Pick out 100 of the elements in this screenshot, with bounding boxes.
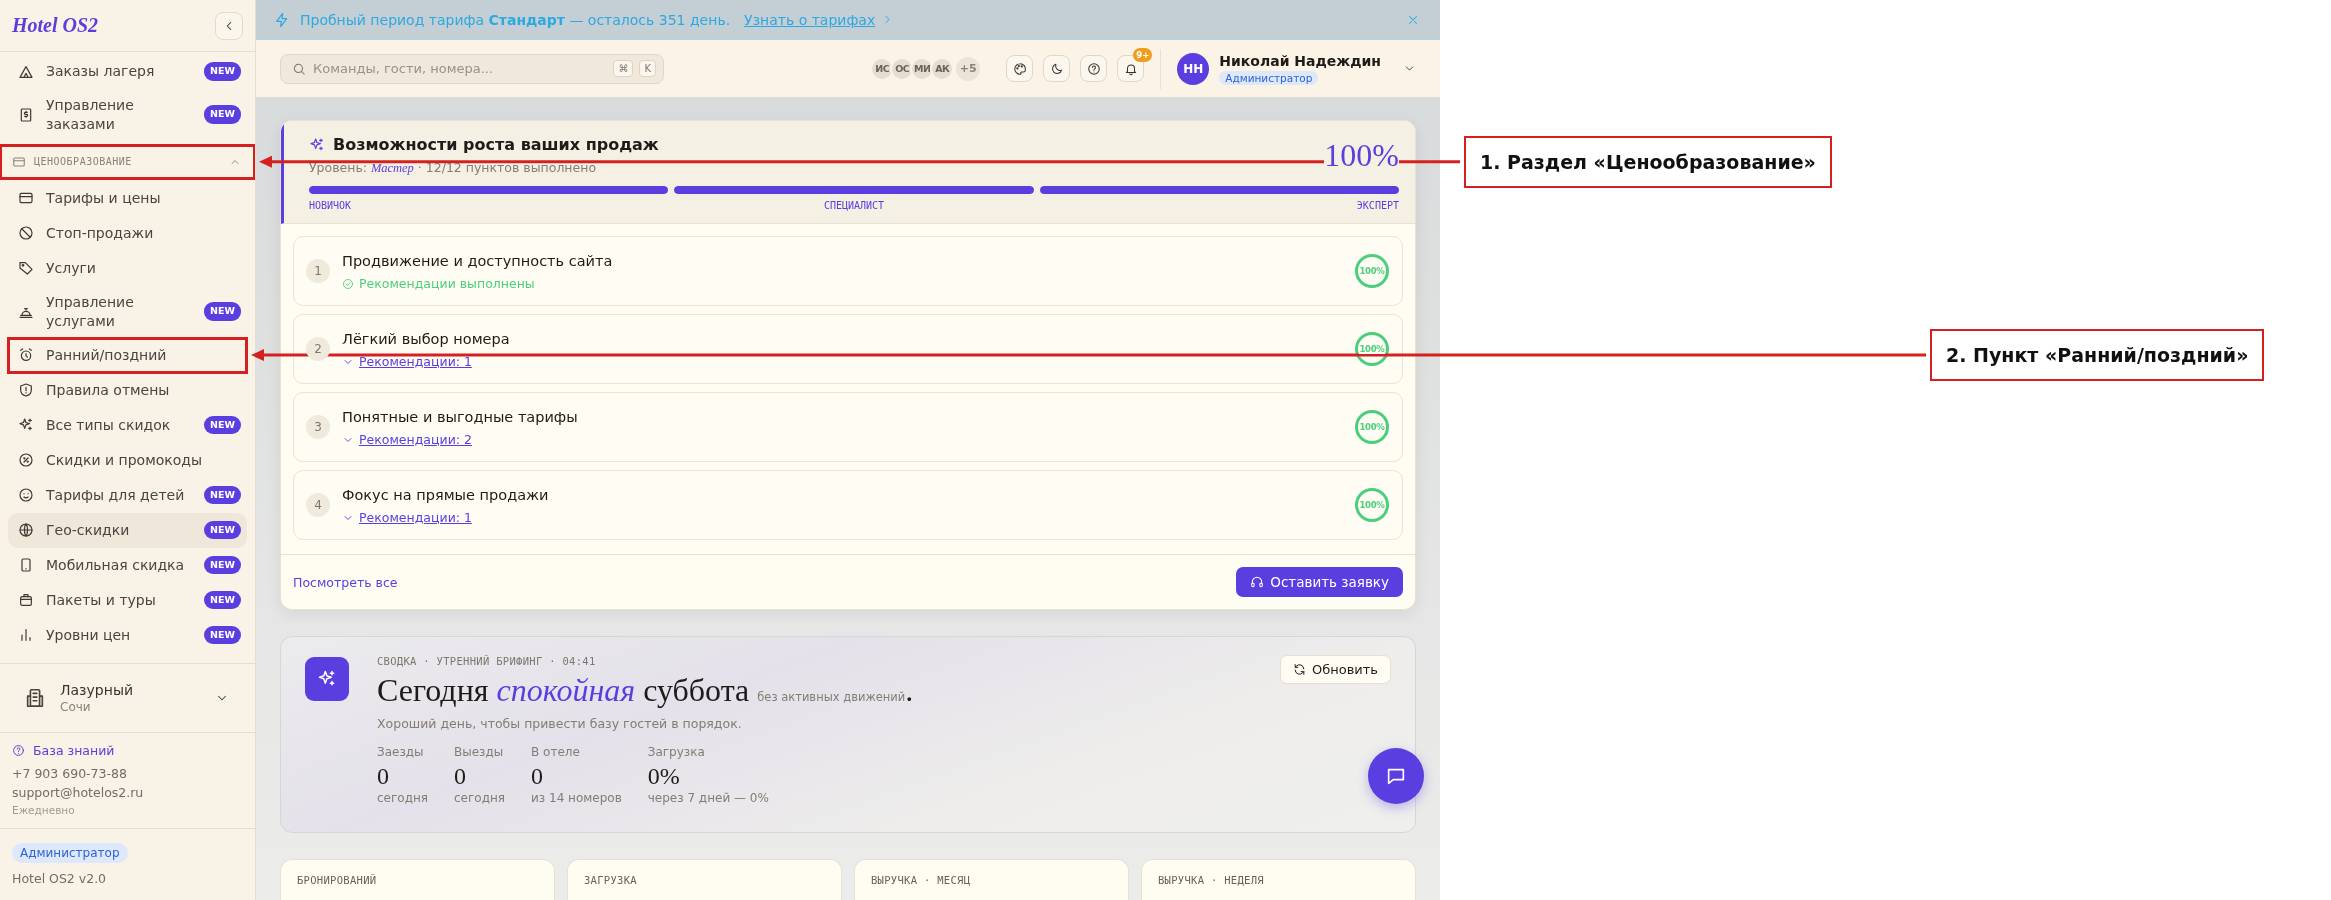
step-number: 2 (306, 337, 330, 361)
recommendations-link[interactable]: Рекомендации: 2 (359, 432, 472, 447)
step-number: 1 (306, 259, 330, 283)
view-all-link[interactable]: Посмотреть все (293, 574, 398, 590)
headline: Сегодня спокойная суббота без активных движений. (377, 673, 915, 709)
stat-caption: сегодня (454, 791, 505, 806)
shield-icon (18, 382, 34, 399)
email-address: support@hotelos2.ru (12, 785, 145, 800)
refresh-button[interactable]: Обновить (1279, 655, 1391, 684)
sidebar-item[interactable]: Уровни цен NEW (8, 617, 247, 653)
new-badge: NEW (204, 485, 241, 505)
new-badge: NEW (204, 520, 241, 540)
help-icon (12, 744, 25, 757)
notification-badge: 9+ (1133, 48, 1153, 62)
sidebar-item[interactable]: Мобильная скидка NEW (8, 547, 247, 583)
building-icon (24, 687, 46, 709)
stat-label: Заезды (377, 745, 425, 760)
support-hours: Ежедневно (12, 804, 76, 816)
new-badge: NEW (204, 62, 241, 81)
logo: Hotel OS2 (12, 14, 99, 37)
subtitle: Хороший день, чтобы привести базу гостей в порядок. (377, 716, 743, 732)
palette-button[interactable] (1006, 55, 1034, 82)
stage-label: СПЕЦИАЛИСТ (822, 200, 886, 211)
new-badge: NEW (204, 302, 241, 322)
stat-label: Загрузка (647, 745, 706, 760)
stat-caption: сегодня (377, 791, 428, 806)
section-header[interactable]: ЦЕНООБРАЗОВАНИЕ (0, 144, 255, 179)
refresh-icon (1292, 663, 1306, 676)
help-icon (1086, 61, 1101, 76)
alarm-clock-icon (18, 347, 34, 364)
property-name: Лазурный (60, 682, 135, 698)
stat-value: 0% (647, 763, 681, 791)
stat-label: Выезды (454, 745, 505, 760)
recommendations-link[interactable]: Рекомендации: 1 (359, 510, 472, 525)
stat-card-label: ЗАГРУЗКА (584, 874, 638, 886)
sidebar-item[interactable]: Заказы лагеря NEW (8, 54, 247, 89)
theme-button[interactable] (1043, 55, 1071, 82)
stat-caption: из 14 номеров (531, 791, 622, 806)
phone-icon (18, 557, 34, 574)
percent-label: 100% (1359, 266, 1385, 276)
step-number: 3 (306, 415, 330, 439)
property-selector[interactable]: Лазурный Сочи (0, 663, 255, 733)
step-number: 4 (306, 493, 330, 517)
palette-icon (1012, 61, 1027, 76)
status-text: Рекомендации выполнены (359, 276, 535, 291)
callout-label: 1. Раздел «Ценообразование» (1464, 135, 1832, 188)
new-badge: NEW (204, 625, 241, 645)
sidebar-item[interactable]: Управление услугами NEW (8, 285, 247, 338)
sidebar-item[interactable]: Услуги (8, 250, 247, 286)
headset-icon (1250, 575, 1265, 589)
task-title: Продвижение и доступность сайта (342, 253, 613, 269)
sidebar-item[interactable]: Все типы скидок NEW (8, 407, 247, 443)
sparkles-icon (309, 136, 325, 153)
new-badge: NEW (204, 555, 241, 575)
percent-label: 100% (1359, 344, 1385, 354)
sidebar-item[interactable]: Тарифы для детей NEW (8, 477, 247, 513)
globe-icon (18, 522, 34, 539)
callout-label: 2. Пункт «Ранний/поздний» (1930, 329, 2265, 382)
moon-icon (1049, 61, 1064, 76)
task-title: Фокус на прямые продажи (342, 487, 549, 503)
sidebar-item[interactable]: Стоп-продажи (8, 215, 247, 251)
task-title: Лёгкий выбор номера (342, 331, 510, 347)
sidebar-item[interactable]: Скидки и промокоды (8, 442, 247, 478)
percent-label: 100% (1359, 422, 1385, 432)
check-circle-icon (342, 277, 354, 290)
stat-card-label: БРОНИРОВАНИЙ (297, 874, 378, 886)
sidebar-item[interactable]: Пакеты и туры NEW (8, 582, 247, 618)
stat-value: 0 (377, 763, 390, 791)
role-badge: Администратор (1219, 70, 1319, 85)
user-avatar[interactable]: АК (930, 56, 955, 81)
tag-icon (18, 260, 34, 277)
bell-icon (1123, 61, 1138, 76)
stage-label: НОВИЧОК (309, 200, 353, 211)
percent-label: 100% (1359, 500, 1385, 510)
smiley-icon (18, 487, 34, 504)
knowledge-base-link[interactable]: База знаний (12, 743, 243, 758)
eyebrow-text: СВОДКА · УТРЕННИЙ БРИФИНГ · 04:41 (377, 655, 597, 667)
stat-card-label: ВЫРУЧКА · НЕДЕЛЯ (1158, 874, 1265, 886)
user-avatar: НН (1177, 52, 1210, 85)
task-title: Понятные и выгодные тарифы (342, 409, 578, 425)
stat-caption: через 7 дней — 0% (647, 791, 769, 806)
phone-number: +7 903 690-73-88 (12, 766, 128, 781)
help-button[interactable] (1080, 55, 1108, 82)
sidebar-item[interactable]: Гео-скидки NEW (8, 512, 247, 548)
role-badge: Администратор (12, 843, 128, 863)
sidebar-item[interactable]: Управление заказами NEW (8, 89, 247, 141)
new-badge: NEW (204, 590, 241, 610)
new-badge: NEW (204, 105, 241, 125)
banner-text: Пробный период тарифа Стандарт — осталось 351 день. (300, 11, 731, 28)
no-entry-icon (18, 225, 34, 242)
sidebar-item[interactable]: Ранний/поздний (8, 337, 247, 373)
user-name: Николай Надеждин (1219, 52, 1381, 69)
request-button[interactable]: Оставить заявку (1236, 567, 1403, 597)
version-text: Hotel OS2 v2.0 (12, 871, 107, 886)
user-menu[interactable]: НН Николай Надеждин Администратор (1171, 52, 1416, 85)
recommendations-link[interactable]: Рекомендации: 1 (359, 354, 472, 369)
sidebar-item[interactable]: Тарифы и цены (8, 180, 247, 216)
stat-card-label: ВЫРУЧКА · МЕСЯЦ (871, 874, 972, 886)
lightning-icon (274, 11, 290, 28)
sidebar-item[interactable]: Правила отмены (8, 372, 247, 408)
